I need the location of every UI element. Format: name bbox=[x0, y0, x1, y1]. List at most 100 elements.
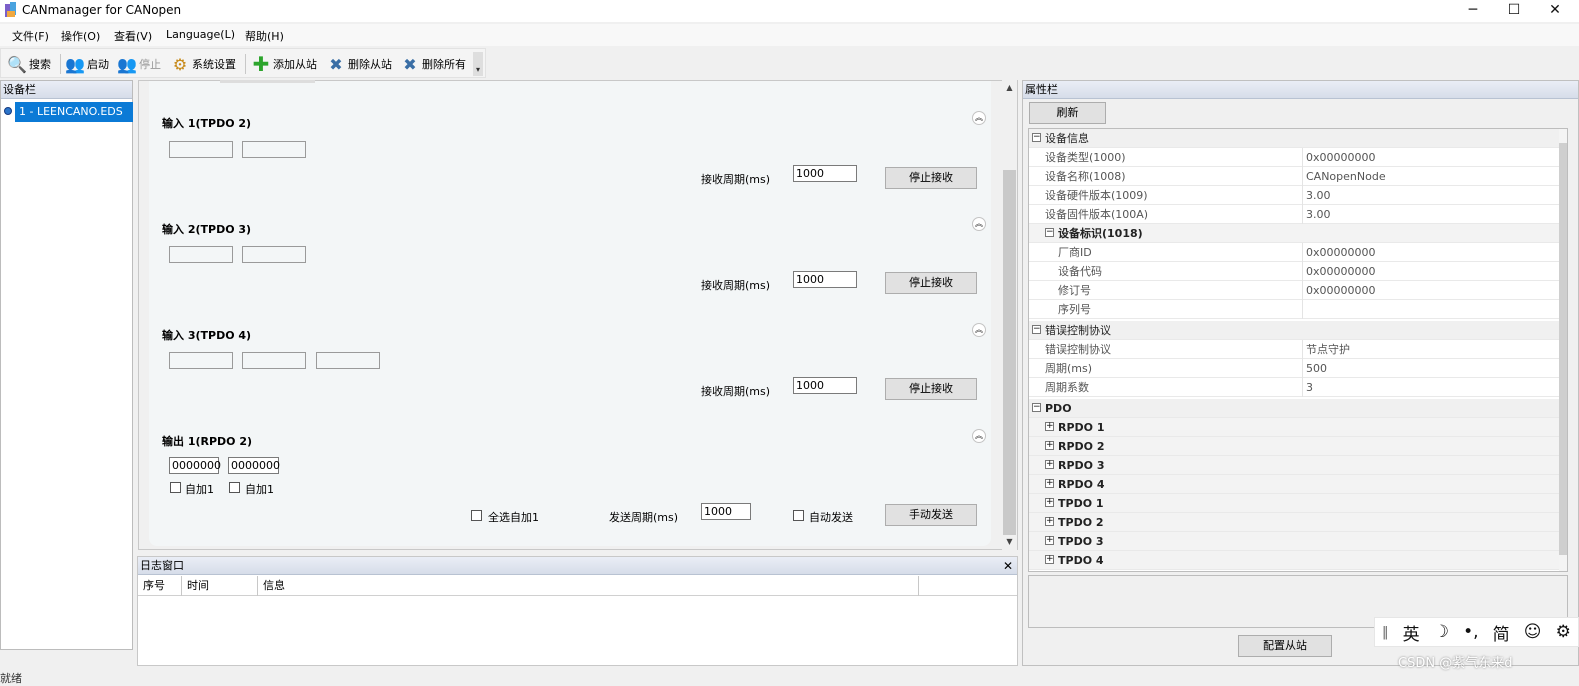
property-row[interactable]: 错误控制协议 节点守护 bbox=[1029, 340, 1559, 359]
toolbar-overflow-button[interactable]: ▾ bbox=[473, 52, 483, 76]
expand-icon[interactable]: + bbox=[1045, 517, 1054, 526]
pdo-label: TPDO 2 bbox=[1058, 516, 1104, 529]
menu-view[interactable]: 查看(V) bbox=[114, 28, 152, 44]
property-scroll-thumb[interactable] bbox=[1559, 143, 1567, 555]
expand-icon[interactable]: + bbox=[1045, 555, 1054, 564]
log-col-info[interactable]: 信息 bbox=[258, 576, 919, 596]
property-row[interactable]: 厂商ID 0x00000000 bbox=[1029, 243, 1559, 262]
property-row[interactable]: 周期系数 3 bbox=[1029, 378, 1559, 397]
property-row[interactable]: 设备类型(1000) 0x00000000 bbox=[1029, 148, 1559, 167]
toolbar-separator bbox=[245, 54, 246, 74]
stop-label: 停止 bbox=[139, 58, 161, 71]
input-1-period-field[interactable]: 1000 bbox=[793, 165, 857, 182]
moon-icon[interactable]: ☽ bbox=[1434, 622, 1449, 642]
property-row[interactable]: 设备名称(1008) CANopenNode bbox=[1029, 167, 1559, 186]
property-name: 设备硬件版本(1009) bbox=[1045, 186, 1303, 205]
remove-all-button[interactable]: ✖ 删除所有 bbox=[400, 53, 466, 75]
auto-inc-checkbox-1[interactable] bbox=[170, 482, 181, 493]
scroll-down-icon[interactable]: ▼ bbox=[1002, 535, 1017, 549]
ime-handle-icon[interactable]: ‖ bbox=[1382, 625, 1389, 640]
collapse-icon[interactable]: ︽ bbox=[972, 323, 986, 337]
category-error-control[interactable]: − 错误控制协议 bbox=[1029, 321, 1559, 340]
pdo-item-tpdo1[interactable]: + TPDO 1 bbox=[1029, 494, 1559, 513]
property-row[interactable]: 修订号 0x00000000 bbox=[1029, 281, 1559, 300]
menu-language[interactable]: Language(L) bbox=[166, 28, 235, 41]
select-all-checkbox[interactable] bbox=[471, 510, 482, 521]
pdo-item-rpdo4[interactable]: + RPDO 4 bbox=[1029, 475, 1559, 494]
pdo-item-rpdo1[interactable]: + RPDO 1 bbox=[1029, 418, 1559, 437]
category-device-info[interactable]: − 设备信息 bbox=[1029, 129, 1559, 148]
start-button[interactable]: 👥 启动 bbox=[65, 53, 109, 75]
property-row[interactable]: 序列号 bbox=[1029, 300, 1559, 319]
category-device-identity[interactable]: − 设备标识(1018) bbox=[1029, 224, 1559, 243]
remove-slave-button[interactable]: ✖ 删除从站 bbox=[326, 53, 392, 75]
pdo-item-tpdo4[interactable]: + TPDO 4 bbox=[1029, 551, 1559, 570]
menu-operate[interactable]: 操作(O) bbox=[61, 28, 100, 44]
pdo-item-tpdo3[interactable]: + TPDO 3 bbox=[1029, 532, 1559, 551]
config-slave-button[interactable]: 配置从站 bbox=[1238, 635, 1332, 657]
property-name: 设备固件版本(100A) bbox=[1045, 205, 1303, 224]
collapse-icon[interactable]: − bbox=[1045, 228, 1054, 237]
search-label: 搜索 bbox=[29, 58, 51, 71]
expand-icon[interactable]: + bbox=[1045, 498, 1054, 507]
collapse-icon[interactable]: − bbox=[1032, 133, 1041, 142]
ime-simplified-toggle[interactable]: 简 bbox=[1493, 620, 1510, 645]
punctuation-icon[interactable]: •, bbox=[1463, 622, 1478, 642]
pdo-item-rpdo3[interactable]: + RPDO 3 bbox=[1029, 456, 1559, 475]
property-scrollbar[interactable] bbox=[1559, 129, 1567, 571]
log-col-index[interactable]: 序号 bbox=[138, 576, 182, 596]
settings-button[interactable]: ⚙ 系统设置 bbox=[170, 53, 236, 75]
search-button[interactable]: 🔍 搜索 bbox=[7, 53, 51, 75]
collapse-icon[interactable]: ︽ bbox=[972, 111, 986, 125]
auto-inc-checkbox-2[interactable] bbox=[229, 482, 240, 493]
auto-send-checkbox[interactable] bbox=[793, 510, 804, 521]
input-3-field-1 bbox=[169, 352, 233, 369]
expand-icon[interactable]: + bbox=[1045, 441, 1054, 450]
input-3-stop-button[interactable]: 停止接收 bbox=[885, 378, 977, 400]
input-2-stop-button[interactable]: 停止接收 bbox=[885, 272, 977, 294]
config-scroll-thumb[interactable] bbox=[1003, 170, 1016, 535]
log-col-time[interactable]: 时间 bbox=[182, 576, 258, 596]
output-1-value-2[interactable]: 0000000 bbox=[228, 457, 280, 474]
refresh-button[interactable]: 刷新 bbox=[1029, 102, 1106, 124]
property-row[interactable]: 设备代码 0x00000000 bbox=[1029, 262, 1559, 281]
app-icon bbox=[5, 2, 16, 17]
scroll-up-icon[interactable]: ▲ bbox=[1002, 81, 1017, 95]
search-icon: 🔍 bbox=[7, 54, 27, 74]
collapse-icon[interactable]: − bbox=[1032, 325, 1041, 334]
collapse-icon[interactable]: ︽ bbox=[972, 429, 986, 443]
menu-file[interactable]: 文件(F) bbox=[12, 28, 49, 44]
device-tree-node[interactable]: 1 - LEENCANO.EDS bbox=[15, 102, 133, 122]
maximize-button[interactable]: ☐ bbox=[1491, 0, 1537, 22]
collapse-icon[interactable]: ︽ bbox=[972, 217, 986, 231]
log-close-icon[interactable]: ✕ bbox=[1003, 558, 1013, 575]
close-button[interactable]: ✕ bbox=[1532, 0, 1578, 22]
stop-button[interactable]: 👥 停止 bbox=[117, 53, 161, 75]
manual-send-button[interactable]: 手动发送 bbox=[885, 504, 977, 526]
property-row[interactable]: 设备固件版本(100A) 3.00 bbox=[1029, 205, 1559, 224]
property-row[interactable]: 周期(ms) 500 bbox=[1029, 359, 1559, 378]
add-slave-button[interactable]: ✚ 添加从站 bbox=[251, 52, 317, 76]
minimize-button[interactable]: ─ bbox=[1450, 0, 1496, 22]
ime-lang-toggle[interactable]: 英 bbox=[1403, 620, 1420, 645]
pdo-item-tpdo2[interactable]: + TPDO 2 bbox=[1029, 513, 1559, 532]
smiley-icon[interactable]: ☺ bbox=[1524, 622, 1542, 642]
category-pdo[interactable]: − PDO bbox=[1029, 399, 1559, 418]
pdo-item-rpdo2[interactable]: + RPDO 2 bbox=[1029, 437, 1559, 456]
expand-icon[interactable]: + bbox=[1045, 422, 1054, 431]
output-1-value-1[interactable]: 0000000 bbox=[169, 457, 221, 474]
property-value: 节点守护 bbox=[1306, 343, 1350, 356]
menu-help[interactable]: 帮助(H) bbox=[245, 28, 284, 44]
input-2-period-field[interactable]: 1000 bbox=[793, 271, 857, 288]
property-name: 周期(ms) bbox=[1045, 359, 1303, 378]
input-3-period-field[interactable]: 1000 bbox=[793, 377, 857, 394]
expand-icon[interactable]: + bbox=[1045, 460, 1054, 469]
gear-icon[interactable]: ⚙ bbox=[1556, 622, 1571, 642]
expand-icon[interactable]: + bbox=[1045, 479, 1054, 488]
send-period-field[interactable]: 1000 bbox=[701, 503, 751, 520]
input-1-stop-button[interactable]: 停止接收 bbox=[885, 167, 977, 189]
collapse-icon[interactable]: − bbox=[1032, 403, 1041, 412]
property-value: 3 bbox=[1306, 381, 1313, 394]
property-row[interactable]: 设备硬件版本(1009) 3.00 bbox=[1029, 186, 1559, 205]
expand-icon[interactable]: + bbox=[1045, 536, 1054, 545]
